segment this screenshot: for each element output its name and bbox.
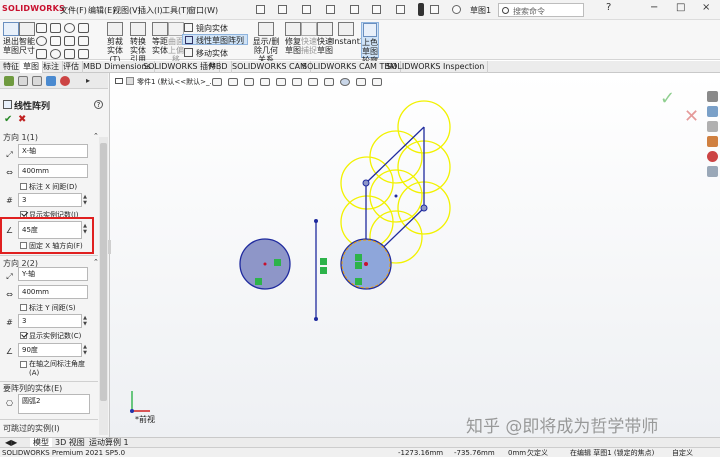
entities-list[interactable]: 圆弧2 [18, 394, 90, 414]
configuration-manager-icon[interactable] [32, 76, 42, 86]
triad-origin [130, 409, 134, 413]
dim-x-spacing-checkbox[interactable] [20, 183, 27, 190]
angle-spinner-icon[interactable]: ▲ ▼ [82, 344, 88, 356]
dim-y-spacing-label: 标注 Y 间距(S) [29, 304, 76, 312]
panel-splitter[interactable] [108, 240, 111, 254]
help-icon[interactable]: ? [94, 100, 103, 109]
spacing-icon: ⇔ [6, 168, 13, 177]
dim-y-spacing-option[interactable]: 标注 Y 间距(S) [20, 303, 76, 313]
pattern-node [394, 194, 398, 198]
angle-icon: ∠ [5, 347, 14, 356]
property-manager-icon[interactable] [18, 76, 28, 86]
reverse-direction-icon[interactable]: ⤢ [4, 149, 15, 160]
line-endpoint [314, 219, 318, 223]
property-manager: ▸ 线性阵列 ? ✔ ✖ 方向 1(1) ⌃ ⤢ X-轴 ⇔ 400mm 标注 … [0, 73, 110, 437]
relation-marker [355, 262, 362, 269]
dim-angle-option[interactable]: 在轴之间标注角度(A) [20, 360, 98, 378]
reverse-direction-icon[interactable]: ⤢ [4, 271, 15, 282]
count-spinner-icon[interactable]: ▲ ▼ [82, 315, 88, 327]
center-point [364, 262, 368, 266]
relation-marker [355, 254, 362, 261]
dim-x-spacing-option[interactable]: 标注 X 间距(D) [20, 182, 77, 192]
spacing-icon: ⇔ [6, 290, 13, 299]
status-y: -735.76mm [454, 449, 495, 457]
pattern-node [362, 179, 370, 187]
linear-pattern-icon [3, 100, 12, 109]
panel-title: 线性阵列 [14, 102, 51, 112]
dim-y-spacing-checkbox[interactable] [20, 304, 27, 311]
show-count-checkbox-2[interactable] [20, 332, 27, 339]
collapse-icon[interactable]: ⌃ [93, 132, 99, 140]
entities-icon: ⎔ [6, 399, 13, 408]
status-z: 0mm [508, 449, 527, 457]
status-custom[interactable]: 自定义 [672, 448, 693, 457]
direction2-axis-field[interactable]: Y-轴 [18, 267, 88, 281]
line-endpoint [314, 317, 318, 321]
cancel-icon[interactable]: ✖ [18, 114, 26, 125]
watermark: 知乎 @即将成为哲学带师 [466, 417, 659, 437]
dim-angle-label: 在轴之间标注角度(A) [29, 360, 85, 377]
dim-x-spacing-label: 标注 X 间距(D) [29, 183, 78, 191]
relation-marker [274, 259, 281, 266]
panel-scrollbar[interactable] [99, 137, 108, 435]
relation-marker [320, 267, 327, 274]
divider [0, 381, 98, 382]
status-x: -1273.16mm [398, 449, 444, 457]
status-defined: 欠定义 [527, 449, 548, 457]
relation-marker [355, 278, 362, 285]
relation-marker [320, 258, 327, 265]
panel-more-icon[interactable]: ▸ [86, 76, 90, 85]
instance-count-icon: # [6, 318, 13, 327]
center-point [263, 262, 267, 266]
pattern-node [420, 204, 428, 212]
entities-header[interactable]: 要阵列的实体(E) [3, 383, 62, 394]
dim-angle-checkbox[interactable] [20, 361, 27, 368]
direction2-angle-field[interactable]: 90度 [18, 343, 82, 357]
angle-highlight-box [0, 217, 94, 254]
direction1-header[interactable]: 方向 1(1) [3, 132, 38, 143]
preview-circle [369, 130, 423, 184]
view-orientation-label: *前视 [135, 415, 155, 424]
direction1-count-field[interactable]: 3 [18, 193, 82, 207]
divider [0, 419, 98, 420]
direction2-count-field[interactable]: 3 [18, 314, 82, 328]
skip-instances-header[interactable]: 可跳过的实例(I) [3, 423, 60, 434]
direction2-spacing-field[interactable]: 400mm [18, 285, 88, 299]
collapse-icon[interactable]: ⌃ [93, 258, 99, 266]
status-editing: 在编辑 草图1 (锁定的焦点) [570, 449, 655, 457]
count-spinner-icon[interactable]: ▲ ▼ [82, 194, 88, 206]
relation-marker [255, 278, 262, 285]
document-tabs: ◀▶ 模型 3D 视图 运动算例 1 [0, 437, 720, 448]
scrollbar-thumb[interactable] [100, 143, 107, 401]
feature-manager-icon[interactable] [4, 76, 14, 86]
product-version: SOLIDWORKS Premium 2021 SP5.0 [2, 449, 126, 457]
status-bar: SOLIDWORKS Premium 2021 SP5.0 -1273.16mm… [0, 447, 720, 457]
show-count-option-2[interactable]: 显示实例记数(C) [20, 331, 81, 341]
panel-tab-bar: ▸ [0, 73, 108, 89]
direction1-spacing-field[interactable]: 400mm [18, 164, 88, 178]
ok-icon[interactable]: ✔ [4, 114, 12, 125]
divider [0, 255, 98, 256]
direction1-axis-field[interactable]: X-轴 [18, 144, 88, 158]
pattern-preview-circles [340, 100, 451, 264]
dimxpert-icon[interactable] [46, 76, 56, 86]
show-count-label-2: 显示实例记数(C) [29, 332, 82, 340]
instance-count-icon: # [6, 196, 13, 205]
display-manager-icon[interactable] [60, 76, 70, 86]
solidworks-window: SOLIDWORKS 文件(F) 编辑(E) 视图(V) 插入(I) 工具(T)… [0, 0, 720, 457]
